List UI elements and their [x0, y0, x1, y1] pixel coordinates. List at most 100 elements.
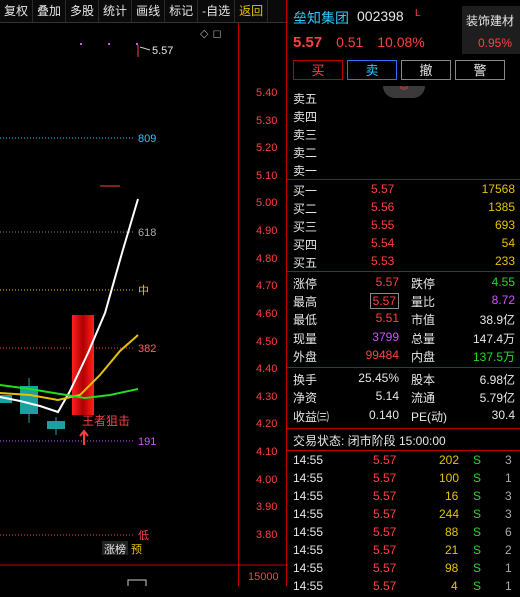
- price-label: 5.10: [256, 170, 277, 182]
- candlestick-chart[interactable]: 5.40 5.30 5.20 5.10 5.00 4.90 4.80 4.70 …: [0, 23, 288, 586]
- bid-price: 5.55: [371, 218, 395, 232]
- toolbar-multi-stock[interactable]: 多股: [66, 0, 100, 22]
- finance-divider: [287, 367, 520, 368]
- toolbar-restore-rights[interactable]: 复权: [0, 0, 34, 22]
- trade-buttons: 买 卖 撤 警: [293, 60, 505, 80]
- tick-row: 14:55 5.57 88 S 6: [293, 525, 512, 539]
- toolbar-overlay[interactable]: 叠加: [33, 0, 67, 22]
- toolbar-back[interactable]: 返回: [235, 0, 269, 22]
- stat-total-volume: 总量 147.4万: [411, 332, 515, 346]
- cancel-button[interactable]: 撤: [401, 60, 451, 80]
- bid-label: 买五: [293, 256, 318, 270]
- price-label: 4.20: [256, 418, 277, 430]
- stat-pe: PE(动) 30.4: [411, 408, 515, 424]
- sector-box[interactable]: 装饰建材 0.95%: [462, 6, 520, 54]
- price-label: 5.40: [256, 87, 277, 99]
- stats-divider: [287, 271, 520, 272]
- bid-price: 5.56: [371, 200, 395, 214]
- price-label: 4.10: [256, 446, 277, 458]
- stat-high: 最高 5.57: [293, 293, 399, 311]
- ask-label: 卖四: [293, 110, 318, 124]
- quote-panel: 垒知集团 002398 L 装饰建材 0.95% 5.57 0.51 10.08…: [286, 0, 520, 593]
- toolbar-mark[interactable]: 标记: [165, 0, 199, 22]
- sector-pct: 0.95%: [477, 36, 512, 50]
- chart-toolbar: 复权 叠加 多股 统计 画线 标记 -自选 返回: [0, 0, 288, 23]
- price-label: 5.20: [256, 142, 277, 154]
- price-label: 4.50: [256, 336, 277, 348]
- tick-row: 14:55 5.57 21 S 2: [293, 543, 512, 557]
- bid-price: 5.53: [371, 254, 395, 268]
- buy-button[interactable]: 买: [293, 60, 343, 80]
- price-label: 3.90: [256, 501, 277, 513]
- price-change: 0.51: [336, 34, 364, 50]
- bid-label: 买三: [293, 220, 318, 234]
- badge-yu[interactable]: 预: [131, 543, 142, 556]
- stat-volume-ratio: 量比 8.72: [411, 293, 515, 309]
- price-label: 4.30: [256, 391, 277, 403]
- bid-volume: 1385: [488, 200, 515, 214]
- price-label: 4.60: [256, 308, 277, 320]
- tick-divider: [287, 450, 520, 451]
- trading-status: 交易状态: 闭市阶段 15:00:00: [293, 434, 446, 448]
- stat-low: 最低 5.51: [293, 311, 399, 327]
- bid-volume: 233: [494, 254, 515, 268]
- top-marker-dots: [80, 43, 138, 45]
- chart-controls[interactable]: ◇◻: [200, 27, 226, 40]
- tick-row: 14:55 5.57 16 S 3: [293, 489, 512, 503]
- stock-code: 002398: [357, 8, 404, 24]
- fib-label-mid: 中: [138, 284, 149, 297]
- sector-name: 装饰建材: [466, 14, 515, 28]
- orderbook-divider: [287, 179, 520, 180]
- bid-row[interactable]: 买三 5.55 693: [293, 218, 515, 236]
- price-label: 4.70: [256, 280, 277, 292]
- fib-label-191: 191: [138, 436, 156, 448]
- bid-row[interactable]: 买一 5.57 17568: [293, 182, 515, 200]
- alert-button[interactable]: 警: [455, 60, 505, 80]
- fib-label-low: 低: [138, 529, 149, 542]
- sell-button[interactable]: 卖: [347, 60, 397, 80]
- price-label: 5.00: [256, 197, 277, 209]
- tick-row: 14:55 5.57 4 S 1: [293, 579, 512, 593]
- stock-name[interactable]: 垒知集团: [293, 8, 349, 28]
- fib-label-618: 618: [138, 227, 156, 239]
- stat-current-volume: 现量 3799: [293, 330, 399, 346]
- price-label: 4.00: [256, 474, 277, 486]
- tick-row: 14:55 5.57 202 S 3: [293, 453, 512, 467]
- volume-scale-label: 15000: [248, 571, 279, 583]
- badge-zhangbang[interactable]: 涨榜: [104, 542, 126, 556]
- axis-line: [238, 23, 239, 586]
- bid-row[interactable]: 买五 5.53 233: [293, 254, 515, 272]
- up-arrow-icon: [79, 429, 89, 445]
- bid-label: 买四: [293, 238, 318, 252]
- bid-row[interactable]: 买二 5.56 1385: [293, 200, 515, 218]
- bid-row[interactable]: 买四 5.54 54: [293, 236, 515, 254]
- stock-flag: L: [415, 8, 421, 19]
- volume-bar: [127, 579, 147, 586]
- price-label: 5.30: [256, 115, 277, 127]
- signal-label: 王者狙击: [82, 414, 130, 428]
- stat-market-cap: 市值 38.9亿: [411, 313, 515, 327]
- ask-label: 卖二: [293, 146, 318, 160]
- price-change-pct: 10.08%: [377, 34, 425, 50]
- toolbar-draw-line[interactable]: 画线: [132, 0, 166, 22]
- tick-row: 14:55 5.57 244 S 3: [293, 507, 512, 521]
- stat-limit-up: 涨停 5.57: [293, 275, 399, 291]
- status-divider: [287, 428, 520, 429]
- bid-label: 买二: [293, 202, 318, 216]
- price-label: 4.80: [256, 253, 277, 265]
- stat-inner: 内盘 137.5万: [411, 350, 515, 364]
- toolbar-stats[interactable]: 统计: [99, 0, 133, 22]
- toolbar-watchlist[interactable]: -自选: [198, 0, 236, 22]
- stat-float: 流通 5.79亿: [411, 391, 515, 405]
- stat-nav: 净资 5.14: [293, 389, 399, 405]
- high-price-label: 5.57: [152, 45, 173, 57]
- price-label: 4.90: [256, 225, 277, 237]
- bid-volume: 17568: [481, 182, 515, 196]
- bid-volume: 693: [494, 218, 515, 232]
- bid-price: 5.54: [371, 236, 395, 250]
- tick-row: 14:55 5.57 100 S 1: [293, 471, 512, 485]
- fib-label-382: 382: [138, 343, 156, 355]
- fib-label-809: 809: [138, 133, 156, 145]
- quote-line: 5.57 0.51 10.08%: [293, 34, 435, 51]
- stat-shares: 股本 6.98亿: [411, 373, 515, 387]
